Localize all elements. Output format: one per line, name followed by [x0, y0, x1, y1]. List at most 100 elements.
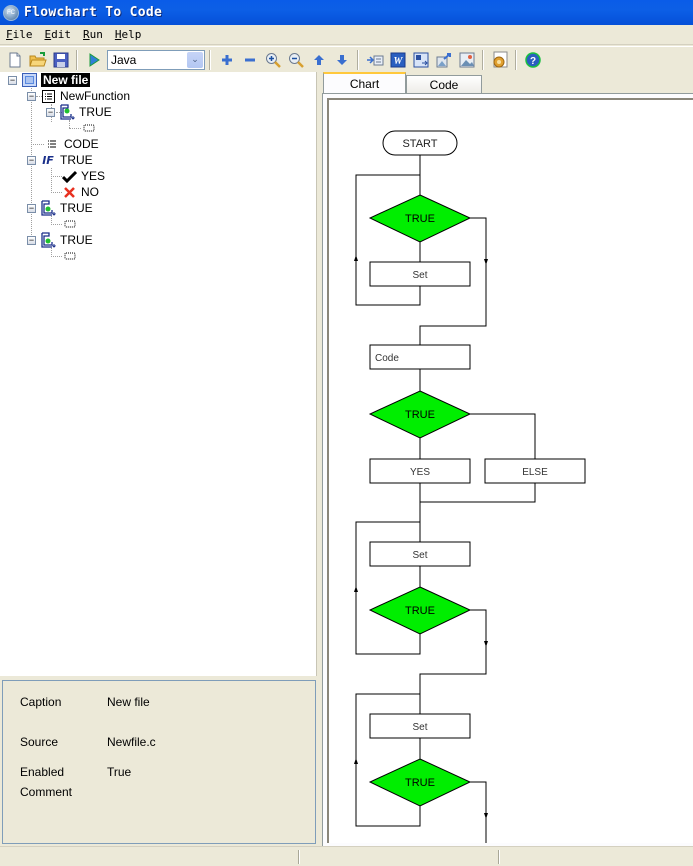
toolbar-separator: [357, 49, 359, 70]
collapse-icon[interactable]: −: [27, 155, 36, 165]
run-button[interactable]: [83, 49, 105, 71]
prop-caption-value[interactable]: New file: [107, 695, 150, 709]
menu-edit[interactable]: Edit: [45, 28, 72, 41]
tree-node-label: TRUE: [79, 105, 112, 119]
insert-icon: [367, 55, 384, 65]
tab-chart[interactable]: Chart: [323, 72, 406, 94]
settings-button[interactable]: [489, 49, 511, 71]
flow-connector: [419, 483, 536, 542]
toolbar: Java ⌄ W ?: [0, 46, 693, 72]
gear-icon: [493, 51, 508, 67]
loop1-process-label: Set: [412, 270, 427, 281]
loop-icon: [59, 104, 75, 120]
tab-code[interactable]: Code: [406, 75, 482, 94]
tree-node-label: NO: [81, 185, 99, 199]
collapse-icon[interactable]: −: [27, 203, 36, 213]
tree-node-function[interactable]: − NewFunction: [27, 88, 130, 104]
menu-bar: File Edit Run Help: [0, 25, 693, 45]
tree-node-label: NewFunction: [60, 89, 131, 103]
collapse-icon[interactable]: −: [46, 107, 55, 117]
remove-node-button[interactable]: [239, 49, 261, 71]
word-icon: W: [390, 52, 406, 67]
svg-text:?: ?: [530, 56, 536, 67]
help-button[interactable]: ?: [522, 49, 544, 71]
tree-guide-line: [51, 256, 62, 257]
arrow-down-icon: [337, 54, 347, 65]
tree-node-empty[interactable]: [62, 216, 82, 232]
tree-node-loop[interactable]: − TRUE: [27, 232, 93, 248]
tree-node-root[interactable]: − New file: [8, 72, 91, 88]
export-flow-button[interactable]: [410, 49, 432, 71]
loop2-decision-label: TRUE: [405, 605, 435, 617]
arrow-down-marker: [484, 259, 488, 265]
menu-help[interactable]: Help: [115, 28, 142, 41]
loop1-decision-label: TRUE: [405, 213, 435, 225]
add-node-button[interactable]: [216, 49, 238, 71]
chevron-down-icon[interactable]: ⌄: [187, 51, 203, 68]
collapse-icon[interactable]: −: [27, 91, 36, 101]
tree-node-label: New file: [41, 73, 91, 87]
loop-icon: [40, 232, 56, 248]
tree-node-label: CODE: [64, 137, 99, 151]
if-yes-label: YES: [410, 467, 430, 478]
check-icon: [61, 168, 77, 184]
language-select-value: Java: [111, 52, 137, 67]
tree-node-yes[interactable]: YES: [61, 168, 105, 184]
prop-caption-label: Caption: [20, 695, 62, 709]
picture-icon: [459, 52, 475, 67]
export-image-button[interactable]: [433, 49, 455, 71]
export-word-button[interactable]: W: [387, 49, 409, 71]
arrow-down-marker: [484, 813, 488, 819]
plus-icon: [222, 54, 232, 65]
loop-icon: [40, 200, 56, 216]
tree-guide-line: [51, 168, 52, 193]
menu-file[interactable]: File: [6, 28, 33, 41]
tree-node-loop[interactable]: − TRUE: [46, 104, 112, 120]
if-else-label: ELSE: [522, 467, 548, 478]
zoom-out-icon: [289, 52, 304, 68]
prop-enabled-value[interactable]: True: [107, 765, 131, 779]
zoom-out-button[interactable]: [285, 49, 307, 71]
new-file-icon: [9, 52, 21, 67]
tree-guide-line: [51, 224, 62, 225]
flow-tree-panel: − New file − NewFunction − TRUE CODE − I…: [0, 72, 317, 676]
tree-node-if[interactable]: − IF TRUE: [27, 152, 93, 168]
picture-button[interactable]: [456, 49, 478, 71]
code-process-label: Code: [375, 353, 399, 364]
file-icon: [21, 72, 37, 88]
prop-source-value[interactable]: Newfile.c: [107, 735, 156, 749]
tree-node-no[interactable]: NO: [61, 184, 99, 200]
chart-tab-panel: START TRUE Set Code TRUE YES ELSE Set TR…: [322, 93, 693, 846]
insert-button[interactable]: [364, 49, 386, 71]
help-icon: ?: [525, 51, 541, 68]
tree-node-loop[interactable]: − TRUE: [27, 200, 93, 216]
menu-run[interactable]: Run: [83, 28, 103, 41]
toolbar-separator: [209, 49, 211, 70]
status-separator: [498, 850, 500, 864]
new-file-button[interactable]: [4, 49, 26, 71]
status-bar: [0, 846, 693, 866]
open-file-button[interactable]: [27, 49, 49, 71]
start-label: START: [402, 138, 437, 150]
move-up-button[interactable]: [308, 49, 330, 71]
prop-enabled-label: Enabled: [20, 765, 65, 779]
zoom-in-button[interactable]: [262, 49, 284, 71]
collapse-icon[interactable]: −: [27, 235, 36, 245]
language-select[interactable]: Java ⌄: [107, 49, 205, 70]
view-tabs: Chart Code: [322, 72, 693, 94]
function-icon: [40, 88, 56, 104]
save-button[interactable]: [50, 49, 72, 71]
if-decision-label: TRUE: [405, 409, 435, 421]
zoom-in-icon: [266, 52, 281, 68]
move-down-button[interactable]: [331, 49, 353, 71]
prop-source-label: Source: [20, 735, 59, 749]
tree-guide-line: [31, 144, 44, 145]
toolbar-separator: [76, 49, 78, 70]
open-folder-icon: [29, 51, 47, 66]
loop3-decision-label: TRUE: [405, 777, 435, 789]
minus-icon: [245, 58, 255, 61]
collapse-icon[interactable]: −: [8, 75, 17, 85]
tree-node-empty[interactable]: [81, 120, 101, 136]
tree-node-code[interactable]: CODE: [44, 136, 99, 152]
tree-node-empty[interactable]: [62, 248, 82, 264]
